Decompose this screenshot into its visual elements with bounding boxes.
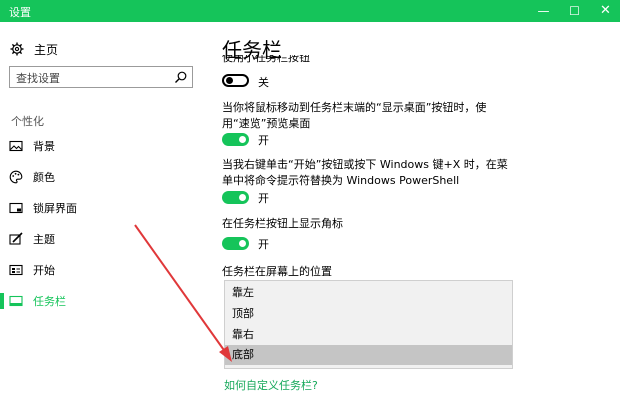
sidebar-item-label: 主题 (33, 233, 55, 246)
setting-description: 当你将鼠标移动到任务栏末端的“显示桌面”按钮时，使用“速览”预览桌面 (222, 101, 487, 130)
home-label: 主页 (34, 42, 59, 57)
toggle-knob (239, 240, 246, 247)
sidebar-item-label: 锁屏界面 (33, 202, 77, 215)
minimize-button[interactable]: — (528, 0, 559, 22)
toggle-state-label: 开 (258, 134, 269, 147)
sidebar-item-taskbar[interactable]: 任务栏 (0, 290, 200, 312)
palette-icon (9, 170, 23, 184)
toggle-state-label: 关 (258, 76, 269, 89)
picture-icon (9, 140, 23, 152)
gear-icon (10, 42, 24, 56)
close-button[interactable]: ✕ (590, 0, 620, 22)
sidebar-item-label: 背景 (33, 140, 55, 153)
taskbar-location-dropdown[interactable]: 靠左 顶部 靠右 底部 (224, 280, 513, 369)
toggle-state-label: 开 (258, 238, 269, 251)
sidebar-item-label: 开始 (33, 264, 55, 277)
dropdown-option-top[interactable]: 顶部 (225, 304, 512, 324)
toggle-state-label: 开 (258, 192, 269, 205)
powershell-toggle[interactable] (222, 191, 249, 204)
small-buttons-toggle[interactable] (222, 74, 249, 87)
maximize-button[interactable]: ☐ (559, 0, 590, 22)
brush-icon (9, 232, 23, 245)
toggle-knob (239, 136, 246, 143)
sidebar-item-colors[interactable]: 颜色 (0, 166, 200, 188)
dropdown-option-left[interactable]: 靠左 (225, 283, 512, 303)
main-content: 任务栏 使用小任务栏按钮 关 当你将鼠标移动到任务栏末端的“显示桌面”按钮时，使… (200, 22, 620, 415)
home-nav-item[interactable]: 主页 (10, 40, 58, 58)
toggle-knob (226, 77, 233, 84)
toggle-knob (239, 194, 246, 201)
peek-toggle[interactable] (222, 133, 249, 146)
sidebar-item-background[interactable]: 背景 (0, 135, 200, 157)
lockscreen-icon (9, 202, 23, 214)
customize-taskbar-link[interactable]: 如何自定义任务栏? (224, 377, 318, 393)
taskbar-icon (9, 295, 23, 307)
sidebar: 主页 查找设置 个性化 背景 颜色 锁屏界面 主题 开始 任务栏 (0, 22, 200, 415)
section-label-personalization: 个性化 (11, 115, 44, 128)
search-input[interactable]: 查找设置 (9, 66, 193, 88)
title-bar: 设置 — ☐ ✕ (0, 0, 620, 22)
sidebar-item-lockscreen[interactable]: 锁屏界面 (0, 197, 200, 219)
start-icon (9, 264, 23, 276)
search-placeholder: 查找设置 (16, 72, 60, 85)
taskbar-location-label: 任务栏在屏幕上的位置 (222, 265, 332, 278)
badges-toggle[interactable] (222, 237, 249, 250)
sidebar-item-label: 任务栏 (33, 295, 66, 308)
window-title: 设置 (9, 6, 31, 19)
dropdown-option-right[interactable]: 靠右 (225, 325, 512, 345)
partial-setting-label: 使用小任务栏按钮 (222, 55, 310, 63)
sidebar-item-start[interactable]: 开始 (0, 259, 200, 281)
dropdown-option-bottom[interactable]: 底部 (225, 345, 512, 365)
sidebar-item-label: 颜色 (33, 171, 55, 184)
setting-description: 当我右键单击“开始”按钮或按下 Windows 键+X 时，在菜单中将命令提示符… (222, 158, 508, 187)
search-icon (175, 71, 187, 83)
sidebar-item-themes[interactable]: 主题 (0, 228, 200, 250)
setting-description: 在任务栏按钮上显示角标 (222, 217, 343, 230)
